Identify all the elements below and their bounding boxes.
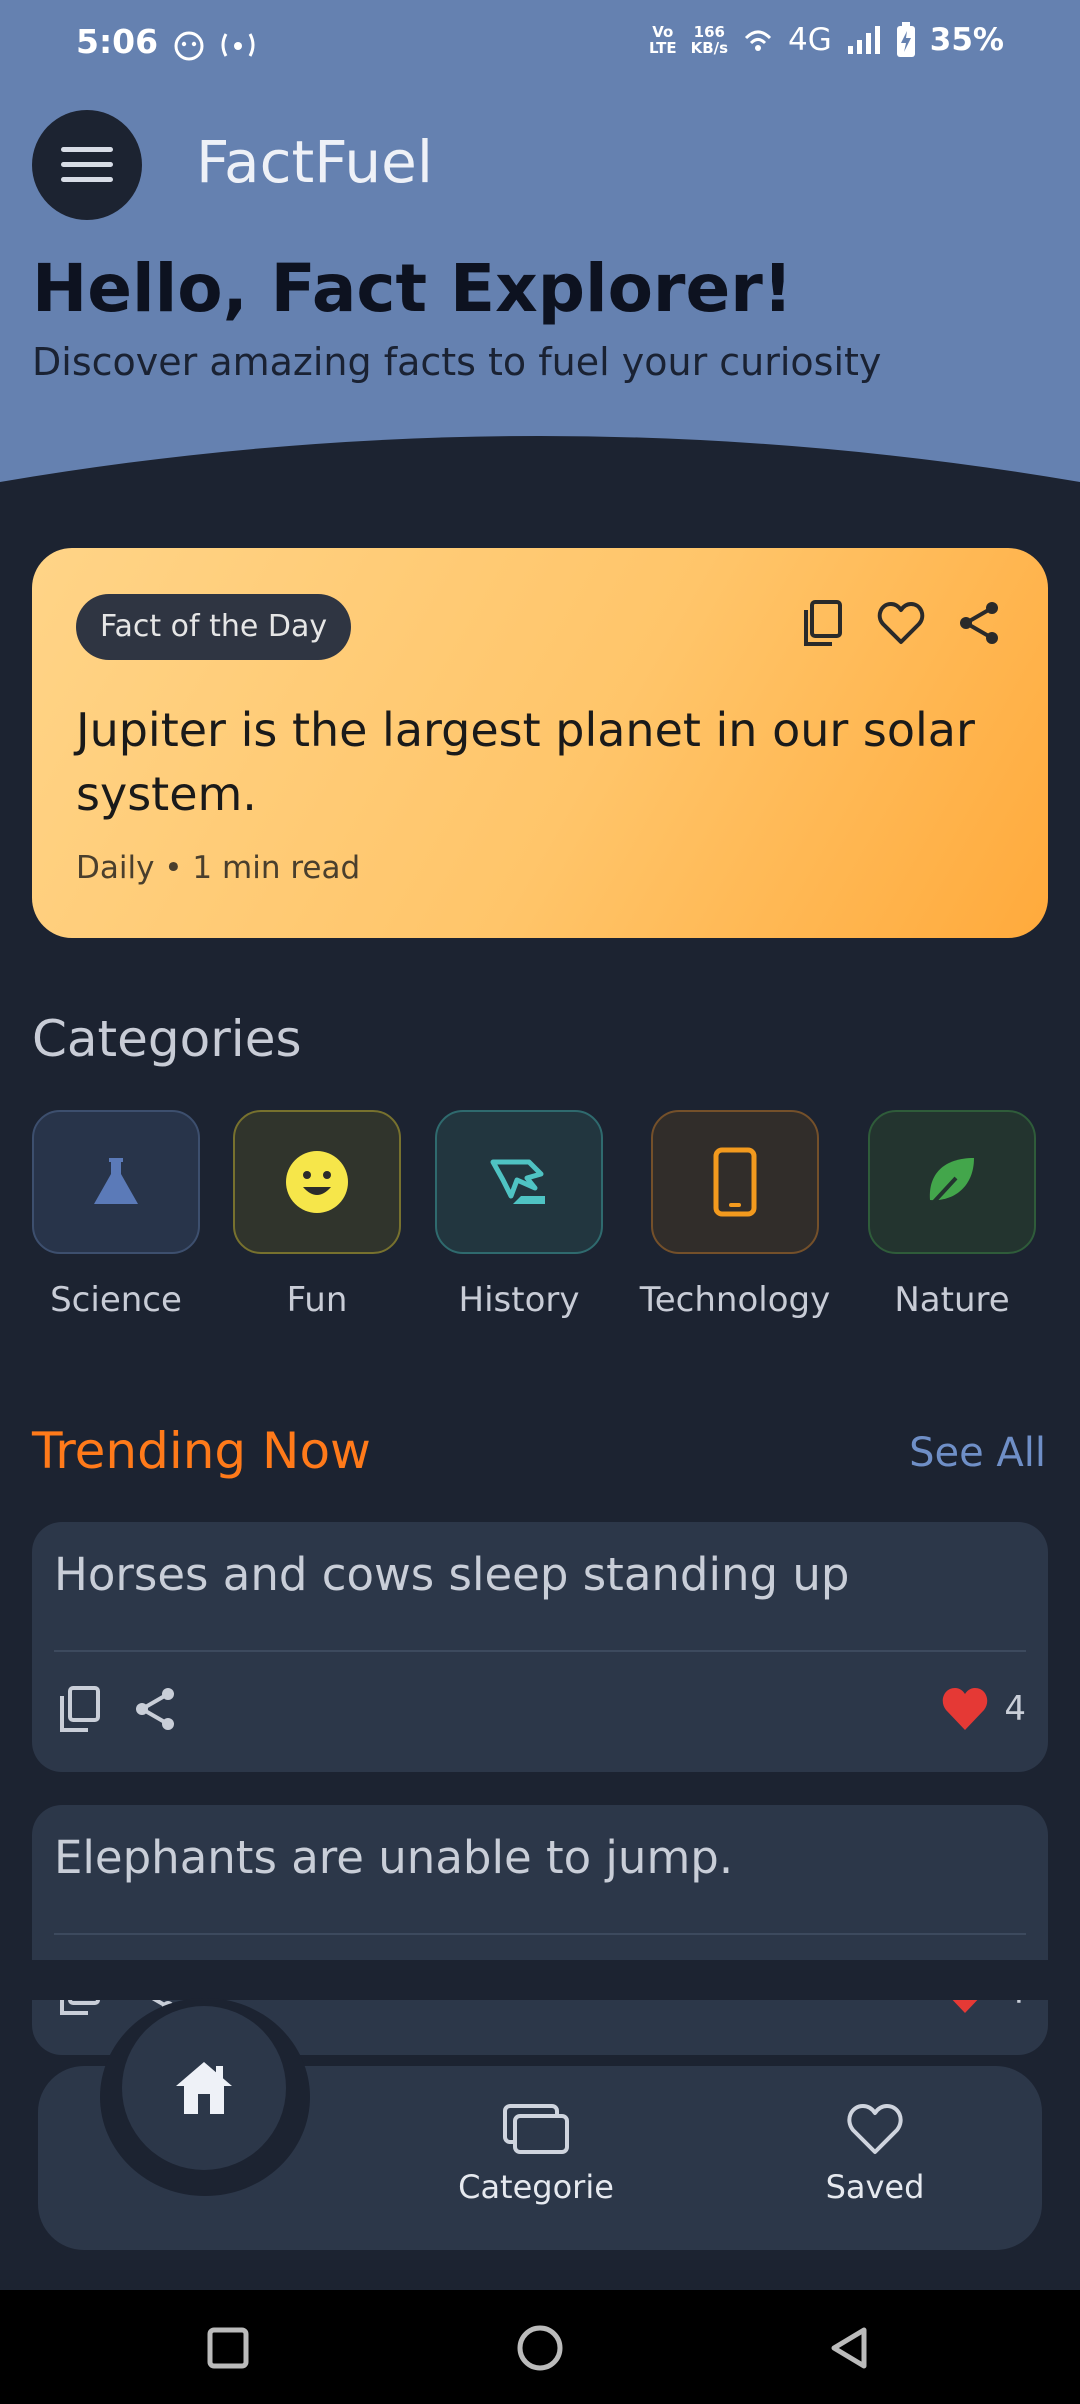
status-bar: 5:06 Vo LTE 166 KB/s 4G 35% xyxy=(0,0,1080,90)
trending-fact-text: Elephants are unable to jump. xyxy=(54,1831,734,1884)
divider xyxy=(54,1933,1026,1935)
copy-icon[interactable] xyxy=(798,598,848,648)
category-label: History xyxy=(458,1280,580,1320)
hotspot-icon xyxy=(221,33,255,57)
home-icon xyxy=(176,2062,232,2114)
heart-outline-icon[interactable] xyxy=(876,598,926,648)
category-fun-tile xyxy=(233,1110,401,1254)
signal-icon xyxy=(847,26,880,54)
divider xyxy=(54,1650,1026,1652)
category-label: Science xyxy=(50,1280,182,1320)
nav-categories-label: Categorie xyxy=(458,2168,614,2206)
category-technology-tile xyxy=(651,1110,819,1254)
category-label: Nature xyxy=(894,1280,1010,1320)
category-nature[interactable]: Nature xyxy=(852,1110,1052,1320)
category-label: Technology xyxy=(639,1280,831,1320)
nav-categories[interactable]: Categorie xyxy=(426,2100,646,2206)
fact-meta: Daily • 1 min read xyxy=(76,850,361,886)
fact-of-day-card[interactable]: Fact of the Day Jupiter is the largest p… xyxy=(32,548,1048,938)
heart-filled-icon xyxy=(943,1688,988,1730)
category-history-tile xyxy=(435,1110,603,1254)
like-count: 4 xyxy=(1004,1689,1026,1729)
leaf-icon xyxy=(929,1158,974,1206)
nav-saved-label: Saved xyxy=(825,2168,925,2206)
categories-heading: Categories xyxy=(32,1010,302,1068)
category-science[interactable]: Science xyxy=(16,1110,216,1320)
category-technology[interactable]: Technology xyxy=(635,1110,835,1320)
network-speed: 166 KB/s xyxy=(690,23,729,57)
status-time: 5:06 xyxy=(76,22,159,61)
system-nav-bar xyxy=(0,2290,1080,2404)
volte-indicator: Vo LTE xyxy=(649,23,677,57)
phone-icon xyxy=(713,1147,757,1217)
home-system-icon[interactable] xyxy=(516,2324,564,2372)
status-right-group: Vo LTE 166 KB/s 4G 35% xyxy=(649,22,1004,58)
back-icon[interactable] xyxy=(826,2324,874,2372)
fact-of-day-badge: Fact of the Day xyxy=(76,594,352,660)
scroll-icon xyxy=(490,1159,545,1204)
smiley-icon xyxy=(286,1151,348,1213)
battery-percent: 35% xyxy=(929,22,1004,58)
trending-actions xyxy=(56,1684,178,1734)
share-icon[interactable] xyxy=(132,1684,178,1734)
greeting-subtitle: Discover amazing facts to fuel your curi… xyxy=(32,340,882,384)
category-label: Fun xyxy=(286,1280,348,1320)
fact-text: Jupiter is the largest planet in our sol… xyxy=(76,703,975,821)
category-nature-tile xyxy=(868,1110,1036,1254)
category-science-tile xyxy=(32,1110,200,1254)
category-history[interactable]: History xyxy=(419,1110,619,1320)
copy-icon[interactable] xyxy=(56,1684,102,1734)
recents-icon[interactable] xyxy=(206,2326,250,2370)
app-title: FactFuel xyxy=(196,128,433,196)
trending-card[interactable]: Horses and cows sleep standing up 4 xyxy=(32,1522,1048,1772)
header-curve xyxy=(0,436,1080,560)
heart-outline-icon xyxy=(847,2104,903,2154)
see-all-link[interactable]: See All xyxy=(909,1430,1046,1476)
share-icon[interactable] xyxy=(954,598,1004,648)
flask-icon xyxy=(94,1158,138,1204)
like-button[interactable]: 4 xyxy=(940,1686,1026,1732)
hamburger-icon xyxy=(61,147,113,182)
battery-icon xyxy=(896,22,915,57)
fact-actions xyxy=(798,598,1004,648)
notification-icon xyxy=(174,31,204,61)
trending-fact-text: Horses and cows sleep standing up xyxy=(54,1548,850,1601)
cards-icon xyxy=(503,2104,569,2154)
trending-heading: Trending Now xyxy=(32,1422,371,1480)
menu-button[interactable] xyxy=(32,110,142,220)
network-type: 4G xyxy=(788,22,832,58)
content-fade xyxy=(0,1960,1080,2000)
wifi-icon xyxy=(744,30,772,51)
nav-saved[interactable]: Saved xyxy=(765,2100,985,2206)
nav-home-button[interactable] xyxy=(122,2006,286,2170)
greeting-heading: Hello, Fact Explorer! xyxy=(32,250,793,327)
category-fun[interactable]: Fun xyxy=(217,1110,417,1320)
